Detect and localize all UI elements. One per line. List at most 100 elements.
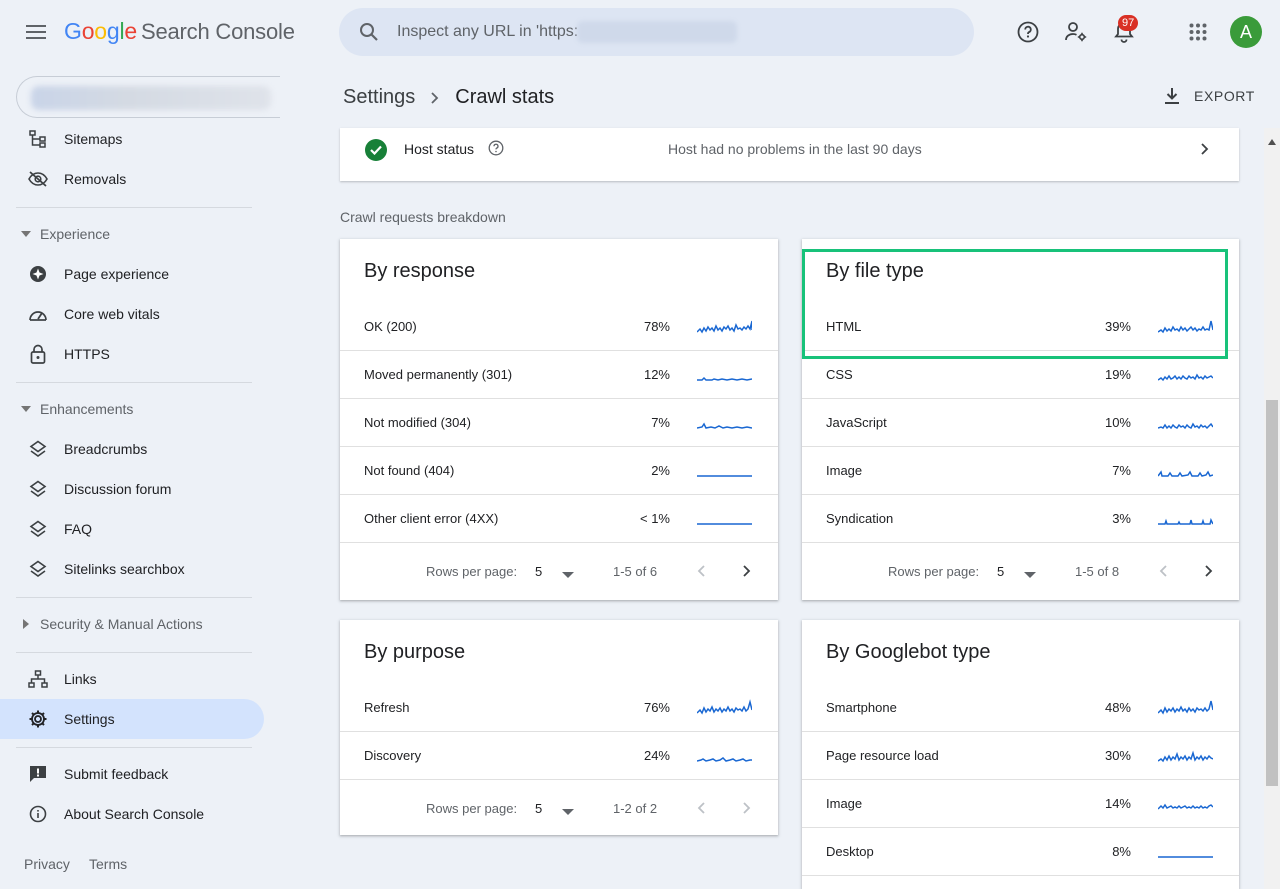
feedback-icon (26, 762, 50, 786)
page-scrollbar[interactable] (1264, 128, 1280, 889)
sparkline-chart (697, 699, 752, 715)
layers-icon (26, 517, 50, 541)
sidebar-item-https[interactable]: HTTPS (0, 334, 264, 374)
rows-per-page-select[interactable]: 5 (535, 801, 542, 816)
table-row[interactable]: Not found (404) 2% (340, 447, 778, 495)
product-logo[interactable]: Google Search Console (64, 18, 295, 45)
dropdown-arrow-icon[interactable] (1024, 565, 1038, 578)
table-row[interactable]: Syndication 3% (802, 495, 1239, 543)
sidebar-section-experience[interactable]: Experience (0, 216, 264, 252)
caret-down-icon (20, 403, 32, 415)
pagination-range: 1-5 of 6 (613, 564, 658, 579)
table-row[interactable]: CSS 19% (802, 351, 1239, 399)
url-inspection-search-bar[interactable] (339, 8, 974, 56)
scroll-up-arrow-icon[interactable] (1268, 132, 1276, 145)
sidebar-item-label: About Search Console (64, 806, 205, 822)
search-icon[interactable] (357, 20, 381, 44)
sidebar-section-security[interactable]: Security & Manual Actions (0, 606, 264, 642)
table-row[interactable]: Moved permanently (301) 12% (340, 351, 778, 399)
terms-link[interactable]: Terms (89, 856, 127, 872)
sidebar-item-faq[interactable]: FAQ (0, 509, 264, 549)
scrollbar-thumb[interactable] (1266, 400, 1278, 786)
sidebar-item-label: Sitemaps (64, 131, 123, 147)
next-page-button[interactable] (736, 561, 756, 581)
help-outline-icon[interactable] (488, 140, 506, 158)
sidebar-item-label: Page experience (64, 266, 170, 282)
row-label: Image (826, 796, 863, 811)
manage-users-button[interactable] (1060, 16, 1092, 48)
rows-per-page-select[interactable]: 5 (997, 564, 1004, 579)
sparkline-chart (697, 475, 752, 477)
main-menu-button[interactable] (18, 14, 54, 50)
help-button[interactable] (1012, 16, 1044, 48)
sidebar-section-enhancements[interactable]: Enhancements (0, 391, 264, 427)
chevron-right-icon (1194, 139, 1214, 159)
sidebar-item-label: FAQ (64, 521, 93, 537)
sidebar-item-page-experience[interactable]: Page experience (0, 254, 264, 294)
table-row[interactable]: Page resource load 30% (802, 732, 1239, 780)
account-avatar[interactable]: A (1230, 16, 1262, 48)
sidebar-item-sitemaps[interactable]: Sitemaps (0, 119, 264, 159)
sidebar-item-label: Settings (64, 711, 115, 727)
breadcrumb-settings-link[interactable]: Settings (343, 86, 415, 109)
dropdown-arrow-icon[interactable] (562, 802, 576, 815)
table-row[interactable]: OK (200) 78% (340, 303, 778, 351)
table-row[interactable]: Other client error (4XX) < 1% (340, 495, 778, 543)
row-percent: 48% (1104, 700, 1131, 715)
sidebar-item-label: Removals (64, 171, 127, 187)
row-percent: 3% (1112, 511, 1131, 526)
row-percent: 7% (1112, 463, 1131, 478)
sidebar-item-label: Links (64, 671, 97, 687)
url-inspection-input[interactable] (397, 23, 577, 41)
row-percent: 14% (1104, 796, 1131, 811)
redacted-property-url (577, 21, 737, 43)
sparkline-chart (1158, 470, 1213, 477)
sidebar-item-submit-feedback[interactable]: Submit feedback (0, 754, 264, 794)
sidebar-item-label: HTTPS (64, 346, 110, 362)
table-row[interactable]: Image 7% (802, 447, 1239, 495)
sidebar-item-about[interactable]: About Search Console (0, 794, 264, 834)
previous-page-button[interactable] (692, 798, 712, 818)
google-apps-button[interactable] (1182, 16, 1214, 48)
sidebar-item-breadcrumbs[interactable]: Breadcrumbs (0, 429, 264, 469)
rows-per-page-label: Rows per page: (426, 564, 518, 579)
property-selector[interactable] (16, 76, 280, 118)
sidebar-item-settings[interactable]: Settings (0, 699, 264, 739)
table-row[interactable]: Not modified (304) 7% (340, 399, 778, 447)
sidebar-item-removals[interactable]: Removals (0, 159, 264, 199)
sidebar-item-sitelinks-searchbox[interactable]: Sitelinks searchbox (0, 549, 264, 589)
row-label: Page resource load (826, 748, 939, 763)
table-row[interactable]: Smartphone 48% (802, 684, 1239, 732)
rows-per-page-select[interactable]: 5 (535, 564, 542, 579)
sidebar-item-links[interactable]: Links (0, 659, 264, 699)
by-file-type-card: By file type HTML 39% CSS 19% JavaScript 10… (802, 239, 1239, 600)
by-response-card: By response OK (200) 78% Moved permanentl… (340, 239, 778, 600)
pagination-range: 1-2 of 2 (613, 801, 658, 816)
table-row[interactable]: Desktop 8% (802, 828, 1239, 876)
table-row[interactable]: Refresh 76% (340, 684, 778, 732)
host-status-card[interactable]: Host status Host had no problems in the … (340, 128, 1239, 181)
previous-page-button[interactable] (692, 561, 712, 581)
table-row[interactable]: Discovery 24% (340, 732, 778, 780)
next-page-button[interactable] (736, 798, 756, 818)
table-pagination: Rows per page: 5 1-5 of 6 (340, 543, 778, 599)
dropdown-arrow-icon[interactable] (562, 565, 576, 578)
row-label: OK (200) (364, 319, 417, 334)
previous-page-button[interactable] (1154, 561, 1174, 581)
sparkline-chart (697, 376, 752, 381)
privacy-link[interactable]: Privacy (24, 856, 70, 872)
sparkline-chart (697, 422, 752, 429)
export-button[interactable]: EXPORT (1160, 82, 1255, 110)
table-row[interactable]: JavaScript 10% (802, 399, 1239, 447)
table-row[interactable]: Image 14% (802, 780, 1239, 828)
sidebar-item-core-web-vitals[interactable]: Core web vitals (0, 294, 264, 334)
by-googlebot-type-card: By Googlebot type Smartphone 48% Page res… (802, 620, 1239, 889)
table-row[interactable]: HTML 39% (802, 303, 1239, 351)
sidebar-item-discussion-forum[interactable]: Discussion forum (0, 469, 264, 509)
gear-icon (26, 707, 50, 731)
host-status-label: Host status (404, 141, 475, 157)
row-label: Moved permanently (301) (364, 367, 513, 382)
sparkline-chart (697, 757, 752, 762)
row-label: Smartphone (826, 700, 897, 715)
next-page-button[interactable] (1198, 561, 1218, 581)
